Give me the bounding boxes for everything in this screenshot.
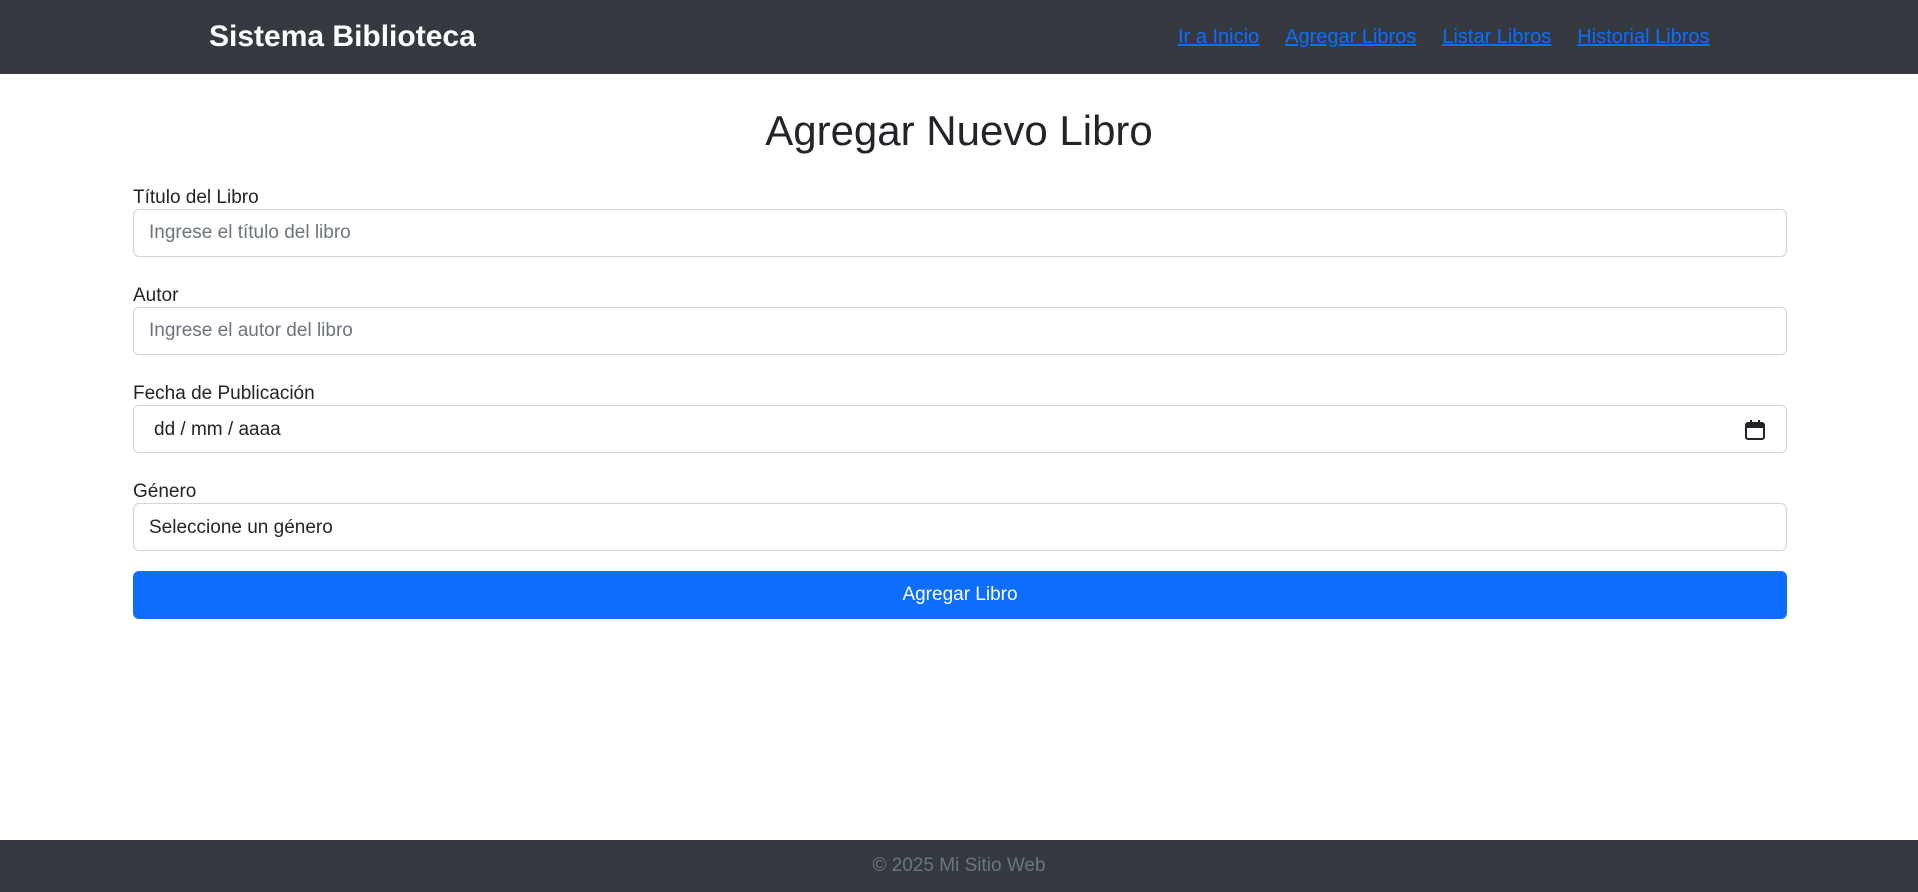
footer-copyright: © 2025 Mi Sitio Web [872,855,1046,876]
nav-link-agregar-libros[interactable]: Agregar Libros [1285,24,1416,50]
publication-date-input[interactable]: dd / mm / aaaa [133,405,1787,453]
author-input[interactable] [133,307,1787,355]
title-input[interactable] [133,209,1787,257]
navbar: Sistema Biblioteca Ir a Inicio Agregar L… [0,0,1918,74]
nav-link-inicio[interactable]: Ir a Inicio [1178,24,1259,50]
genre-select[interactable]: Seleccione un género [133,503,1787,551]
brand-title[interactable]: Sistema Biblioteca [209,18,476,56]
nav-link-listar-libros[interactable]: Listar Libros [1442,24,1551,50]
genre-selected-value: Seleccione un género [149,517,333,538]
nav-links: Ir a Inicio Agregar Libros Listar Libros… [1178,24,1710,50]
date-label: Fecha de Publicación [133,383,315,404]
page-title: Agregar Nuevo Libro [765,107,1153,154]
footer: © 2025 Mi Sitio Web [0,840,1918,892]
nav-link-historial-libros[interactable]: Historial Libros [1577,24,1709,50]
date-format-text: dd / mm / aaaa [154,419,281,440]
title-label: Título del Libro [133,187,259,208]
add-book-button[interactable]: Agregar Libro [133,571,1787,619]
calendar-icon[interactable] [1744,419,1766,441]
author-label: Autor [133,285,179,306]
genre-label: Género [133,481,197,502]
